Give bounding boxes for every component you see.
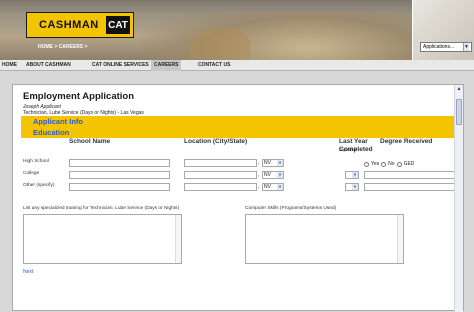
other-state-select[interactable]: NV ▼ xyxy=(262,183,284,191)
row-label-college: College xyxy=(23,171,40,176)
applications-select-value: Applications... xyxy=(423,44,455,50)
nav-item-contact[interactable]: CONTACT US xyxy=(198,60,230,71)
chevron-down-icon: ▼ xyxy=(352,184,358,190)
section-education[interactable]: Education xyxy=(33,128,69,137)
skills-label: Computer Skills (Programs/Systems Used) xyxy=(245,206,337,211)
skills-textarea[interactable] xyxy=(245,214,404,264)
chevron-down-icon: ▼ xyxy=(277,172,283,178)
main-nav: HOME ABOUT CASHMAN CAT ONLINE SERVICES C… xyxy=(0,60,474,71)
comma-separator: , xyxy=(258,160,260,166)
section-applicant-info[interactable]: Applicant Info xyxy=(33,117,83,126)
radio-no-label: No xyxy=(388,161,395,167)
other-city-input[interactable] xyxy=(184,183,257,191)
cashman-logo[interactable]: CASHMAN CAT xyxy=(26,12,134,38)
panel-scrollbar[interactable]: ▲ xyxy=(454,85,463,312)
other-degree-input[interactable] xyxy=(364,183,456,191)
training-textarea[interactable] xyxy=(23,214,182,264)
scroll-thumb[interactable] xyxy=(456,99,462,125)
chevron-down-icon: ▼ xyxy=(277,160,283,166)
city-input[interactable] xyxy=(184,159,257,167)
header-banner: CASHMAN CAT HOME > CAREERS > Application… xyxy=(0,0,474,60)
page-title: Employment Application xyxy=(23,91,135,102)
breadcrumb[interactable]: HOME > CAREERS > xyxy=(38,44,87,50)
radio-ged[interactable] xyxy=(396,161,402,167)
other-state-value: NV xyxy=(264,184,271,190)
college-degree-input[interactable] xyxy=(364,171,456,179)
textarea-scrollbar[interactable] xyxy=(175,215,181,263)
col-school-name: School Name xyxy=(69,138,111,145)
degree-radio-group: Yes No GED xyxy=(364,161,414,167)
banner-photo xyxy=(190,28,250,58)
textarea-scrollbar[interactable] xyxy=(397,215,403,263)
state-select[interactable]: NV ▼ xyxy=(262,159,284,167)
col-location: Location (City/State) xyxy=(184,138,248,145)
chevron-down-icon: ▼ xyxy=(352,172,358,178)
row-label-high-school: High School xyxy=(23,159,49,164)
radio-no[interactable] xyxy=(381,161,387,167)
nav-item-about[interactable]: ABOUT CASHMAN xyxy=(26,60,71,71)
radio-ged-label: GED xyxy=(403,161,415,167)
school-name-input[interactable] xyxy=(69,159,170,167)
radio-yes-label: Yes xyxy=(371,161,380,167)
scroll-up-icon[interactable]: ▲ xyxy=(456,86,462,93)
col-degree: Degree Received xyxy=(380,138,433,145)
college-state-select[interactable]: NV ▼ xyxy=(262,171,284,179)
nav-item-cat-online[interactable]: CAT ONLINE SERVICES xyxy=(92,60,149,71)
comma-separator: , xyxy=(258,172,260,178)
next-link[interactable]: Next xyxy=(23,269,33,275)
last-year-value: Diploma xyxy=(339,148,357,153)
college-name-input[interactable] xyxy=(69,171,170,179)
college-state-value: NV xyxy=(264,172,271,178)
nav-item-careers[interactable]: CAREERS xyxy=(151,60,182,71)
chevron-down-icon: ▼ xyxy=(277,184,283,190)
chevron-down-icon: ▼ xyxy=(463,43,469,51)
other-last-year-select[interactable]: ▼ xyxy=(345,183,359,191)
nav-item-home[interactable]: HOME xyxy=(2,60,17,71)
applications-select[interactable]: Applications... ▼ xyxy=(420,42,472,52)
comma-separator: , xyxy=(258,184,260,190)
other-name-input[interactable] xyxy=(69,183,170,191)
cat-logo: CAT xyxy=(105,15,131,35)
state-select-value: NV xyxy=(264,160,271,166)
application-panel: Employment Application Joseph Applicant … xyxy=(12,84,464,312)
section-band xyxy=(21,116,455,138)
college-last-year-select[interactable]: ▼ xyxy=(345,171,359,179)
radio-yes[interactable] xyxy=(364,161,369,167)
row-label-other: Other (specify) xyxy=(23,183,55,188)
training-label: List any specialized training for Techni… xyxy=(23,206,180,211)
logo-text: CASHMAN xyxy=(39,19,99,31)
college-city-input[interactable] xyxy=(184,171,257,179)
banner-sky xyxy=(0,0,474,12)
